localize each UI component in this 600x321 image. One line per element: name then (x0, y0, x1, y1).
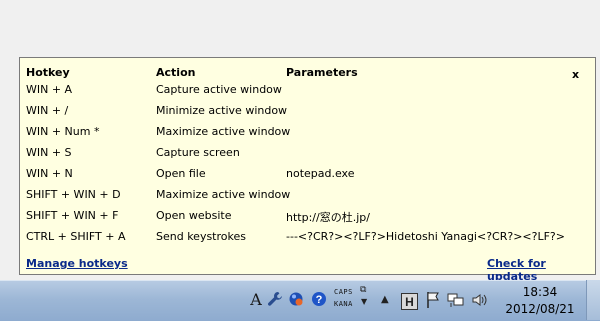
row-action: Maximize active window (156, 125, 291, 138)
row-params: http://窓の杜.jp/ (286, 211, 370, 224)
svg-text:?: ? (316, 294, 323, 306)
hotkey-panel: Hotkey Action Parameters x WIN + A Captu… (19, 57, 596, 283)
flag-icon[interactable] (423, 289, 443, 311)
clock-date[interactable]: 2012/08/21 (500, 302, 580, 316)
row-params: ---<?CR?><?LF?>Hidetoshi Yanagi<?CR?><?L… (286, 230, 565, 243)
header-hotkey: Hotkey (26, 66, 70, 79)
header-parameters: Parameters (286, 66, 358, 79)
blue-ball-icon[interactable] (286, 288, 306, 310)
chevron-down-icon[interactable]: ▼ (361, 297, 367, 306)
row-action: Maximize active window (156, 188, 291, 201)
row-params: notepad.exe (286, 167, 355, 180)
wrench-icon[interactable] (265, 288, 285, 310)
row-action: Capture screen (156, 146, 240, 159)
clock-time[interactable]: 18:34 (504, 285, 576, 299)
row-action: Open file (156, 167, 206, 180)
row-hotkey: WIN + / (26, 104, 69, 117)
row-hotkey: WIN + Num * (26, 125, 100, 138)
help-icon[interactable]: ? (309, 288, 329, 310)
ime-kana-indicator: KANA (334, 300, 353, 308)
show-desktop-button[interactable] (586, 280, 600, 320)
row-hotkey: CTRL + SHIFT + A (26, 230, 126, 243)
tray-expand-icon[interactable]: ▲ (381, 294, 389, 305)
row-action: Capture active window (156, 83, 282, 96)
ime-caps-indicator: CAPS (334, 288, 353, 296)
row-action: Send keystrokes (156, 230, 246, 243)
manage-hotkeys-link[interactable]: Manage hotkeys (26, 257, 128, 270)
speaker-icon[interactable] (470, 289, 490, 311)
restore-icon[interactable]: ⧉ (360, 285, 366, 295)
header-action: Action (156, 66, 196, 79)
row-action: Minimize active window (156, 104, 288, 117)
row-action: Open website (156, 209, 232, 222)
row-hotkey: WIN + A (26, 83, 73, 96)
row-hotkey: SHIFT + WIN + F (26, 209, 119, 222)
row-hotkey: SHIFT + WIN + D (26, 188, 121, 201)
row-hotkey: WIN + N (26, 167, 73, 180)
h-app-icon[interactable]: H (399, 290, 419, 312)
row-hotkey: WIN + S (26, 146, 72, 159)
close-button[interactable]: x (572, 68, 579, 81)
svg-text:H: H (405, 295, 414, 309)
ime-a-icon[interactable]: A (246, 288, 266, 310)
network-icon[interactable] (446, 289, 466, 311)
